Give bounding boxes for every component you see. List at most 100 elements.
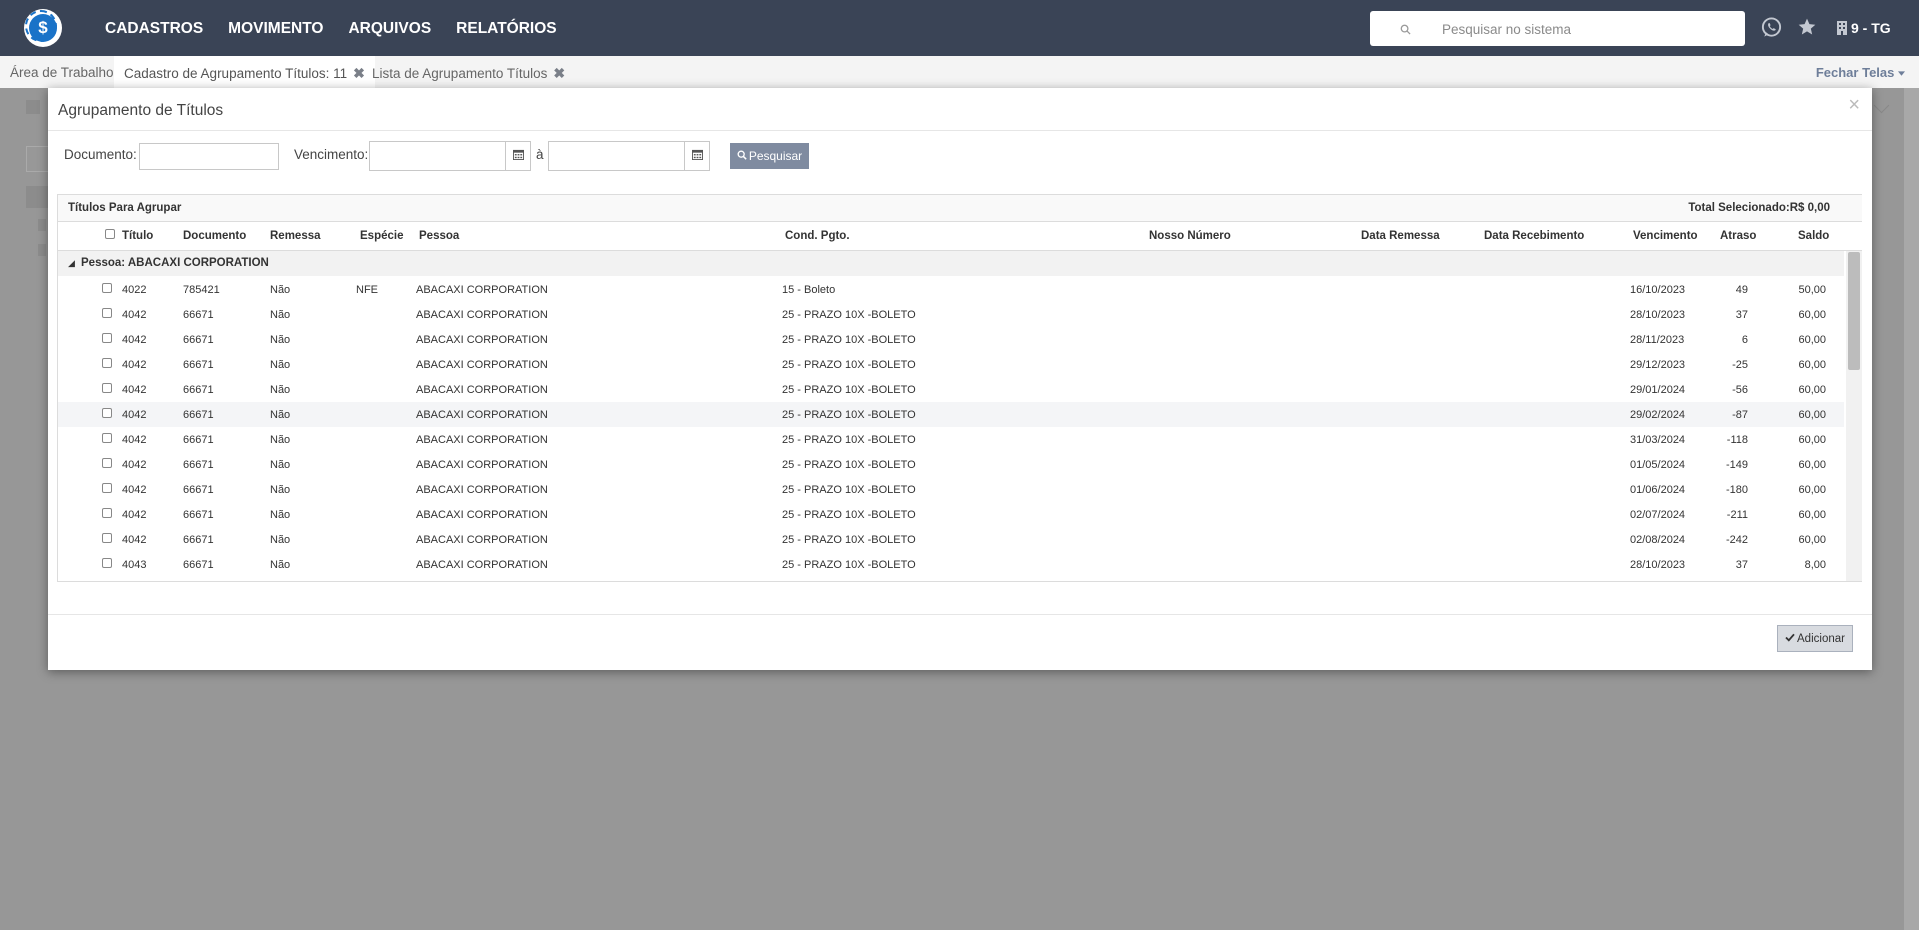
- documento-input[interactable]: [139, 143, 279, 170]
- col-remessa[interactable]: Remessa: [270, 230, 321, 242]
- modal-close-icon[interactable]: ×: [1848, 94, 1860, 117]
- whatsapp-icon[interactable]: [1760, 16, 1783, 44]
- row-checkbox[interactable]: [102, 508, 112, 518]
- row-checkbox[interactable]: [102, 308, 112, 318]
- row-checkbox[interactable]: [102, 483, 112, 493]
- col-vencimento[interactable]: Vencimento: [1633, 230, 1698, 242]
- cell-documento: 66671: [183, 559, 214, 571]
- cell-cond: 25 - PRAZO 10X -BOLETO: [782, 359, 916, 371]
- vencimento-from-calendar[interactable]: [505, 141, 531, 171]
- menu-arquivos[interactable]: ARQUIVOS: [348, 0, 431, 56]
- row-checkbox[interactable]: [102, 533, 112, 543]
- table-row[interactable]: 4042 66671 Não ABACAXI CORPORATION 25 - PRAZ…: [58, 452, 1844, 478]
- company-label[interactable]: 9 - TG: [1851, 20, 1891, 36]
- cell-remessa: Não: [270, 434, 291, 446]
- table-row[interactable]: 4042 66671 Não ABACAXI CORPORATION 25 - PRAZ…: [58, 502, 1844, 528]
- col-especie[interactable]: Espécie: [360, 230, 403, 242]
- vencimento-to-calendar[interactable]: [684, 141, 710, 171]
- col-data-remessa[interactable]: Data Remessa: [1361, 230, 1440, 242]
- cell-cond: 25 - PRAZO 10X -BOLETO: [782, 534, 916, 546]
- cell-saldo: 60,00: [1798, 534, 1826, 546]
- tab-area-de-trabalho[interactable]: Área de Trabalho: [10, 56, 114, 88]
- modal-footer-divider: [48, 614, 1872, 615]
- col-saldo[interactable]: Saldo: [1798, 230, 1829, 242]
- cell-pessoa: ABACAXI CORPORATION: [416, 309, 548, 321]
- caret-down-icon: [1898, 65, 1905, 80]
- vencimento-label: Vencimento:: [294, 147, 369, 162]
- grid-scrollbar[interactable]: [1846, 251, 1862, 581]
- table-row[interactable]: 4042 66671 Não ABACAXI CORPORATION 25 - PRAZ…: [58, 352, 1844, 378]
- col-titulo[interactable]: Título: [122, 230, 153, 242]
- col-cond-pgto[interactable]: Cond. Pgto.: [785, 230, 850, 242]
- table-row[interactable]: 4042 66671 Não ABACAXI CORPORATION 25 - PRAZ…: [58, 402, 1844, 428]
- col-data-recebimento[interactable]: Data Recebimento: [1484, 230, 1584, 242]
- table-row[interactable]: 4042 66671 Não ABACAXI CORPORATION 25 - PRAZ…: [58, 427, 1844, 453]
- table-row[interactable]: 4042 66671 Não ABACAXI CORPORATION 25 - PRAZ…: [58, 477, 1844, 503]
- cell-remessa: Não: [270, 484, 291, 496]
- col-pessoa[interactable]: Pessoa: [419, 230, 459, 242]
- menu-relatorios[interactable]: RELATÓRIOS: [456, 0, 556, 56]
- cell-atraso: 49: [1735, 284, 1748, 296]
- row-checkbox[interactable]: [102, 433, 112, 443]
- col-documento[interactable]: Documento: [183, 230, 246, 242]
- main-menu: CADASTROS MOVIMENTO ARQUIVOS RELATÓRIOS: [105, 0, 582, 56]
- tab-lista-agrupamento[interactable]: Lista de Agrupamento Títulos ✖: [372, 56, 565, 88]
- tab-cadastro-agrupamento[interactable]: Cadastro de Agrupamento Títulos: 11 ✖: [114, 56, 375, 88]
- grid-scrollbar-thumb[interactable]: [1848, 252, 1860, 370]
- col-nosso-numero[interactable]: Nosso Número: [1149, 230, 1231, 242]
- cell-pessoa: ABACAXI CORPORATION: [416, 334, 548, 346]
- table-row[interactable]: [58, 577, 1844, 581]
- row-checkbox[interactable]: [102, 408, 112, 418]
- row-checkbox[interactable]: [102, 558, 112, 568]
- cell-remessa: Não: [270, 559, 291, 571]
- calendar-icon: [512, 147, 524, 165]
- table-row[interactable]: 4042 66671 Não ABACAXI CORPORATION 25 - PRAZ…: [58, 377, 1844, 403]
- row-checkbox[interactable]: [102, 333, 112, 343]
- row-checkbox[interactable]: [102, 383, 112, 393]
- menu-cadastros[interactable]: CADASTROS: [105, 0, 203, 56]
- collapse-triangle-icon[interactable]: ◢: [68, 258, 75, 269]
- table-row[interactable]: 4022 785421 Não NFE ABACAXI CORPORATION 15 - …: [58, 277, 1844, 303]
- menu-movimento[interactable]: MOVIMENTO: [228, 0, 323, 56]
- cell-remessa: Não: [270, 309, 291, 321]
- close-all-screens[interactable]: Fechar Telas: [1816, 56, 1905, 90]
- cell-remessa: Não: [270, 459, 291, 471]
- table-row[interactable]: 4042 66671 Não ABACAXI CORPORATION 25 - PRAZ…: [58, 527, 1844, 553]
- close-icon[interactable]: ✖: [353, 65, 365, 81]
- vencimento-to-input[interactable]: [548, 141, 685, 171]
- cell-atraso: -118: [1726, 434, 1748, 446]
- row-checkbox[interactable]: [102, 283, 112, 293]
- system-search-input[interactable]: [1440, 17, 1724, 41]
- pesquisar-button[interactable]: Pesquisar: [730, 143, 809, 169]
- tab-label: Lista de Agrupamento Títulos: [372, 66, 548, 81]
- cell-saldo: 60,00: [1798, 334, 1826, 346]
- cell-titulo: 4043: [122, 559, 147, 571]
- row-checkbox[interactable]: [102, 358, 112, 368]
- cell-saldo: 50,00: [1798, 284, 1826, 296]
- cell-saldo: 60,00: [1798, 434, 1826, 446]
- close-icon[interactable]: ✖: [553, 65, 565, 81]
- app-logo[interactable]: $: [24, 9, 62, 47]
- search-icon: [737, 149, 747, 163]
- col-atraso[interactable]: Atraso: [1720, 230, 1756, 242]
- table-row[interactable]: 4042 66671 Não ABACAXI CORPORATION 25 - PRAZ…: [58, 302, 1844, 328]
- cell-remessa: Não: [270, 284, 291, 296]
- cell-documento: 66671: [183, 384, 214, 396]
- table-row[interactable]: 4043 66671 Não ABACAXI CORPORATION 25 - PRAZ…: [58, 552, 1844, 578]
- cell-cond: 25 - PRAZO 10X -BOLETO: [782, 484, 916, 496]
- select-all-checkbox[interactable]: [105, 229, 115, 239]
- group-row[interactable]: ◢ Pessoa: ABACAXI CORPORATION: [58, 251, 1844, 276]
- modal-title: Agrupamento de Títulos: [58, 102, 224, 119]
- adicionar-button[interactable]: Adicionar: [1777, 625, 1853, 652]
- table-row[interactable]: 4042 66671 Não ABACAXI CORPORATION 25 - PRAZ…: [58, 327, 1844, 353]
- vencimento-from-input[interactable]: [369, 141, 506, 171]
- cell-saldo: 60,00: [1798, 484, 1826, 496]
- cell-cond: 25 - PRAZO 10X -BOLETO: [782, 509, 916, 521]
- cell-atraso: 6: [1741, 334, 1748, 346]
- page-scrollbar[interactable]: [1904, 88, 1919, 930]
- cell-pessoa: ABACAXI CORPORATION: [416, 484, 548, 496]
- cell-remessa: Não: [270, 509, 291, 521]
- star-icon[interactable]: [1797, 17, 1817, 42]
- row-checkbox[interactable]: [102, 458, 112, 468]
- cell-atraso: 37: [1735, 309, 1748, 321]
